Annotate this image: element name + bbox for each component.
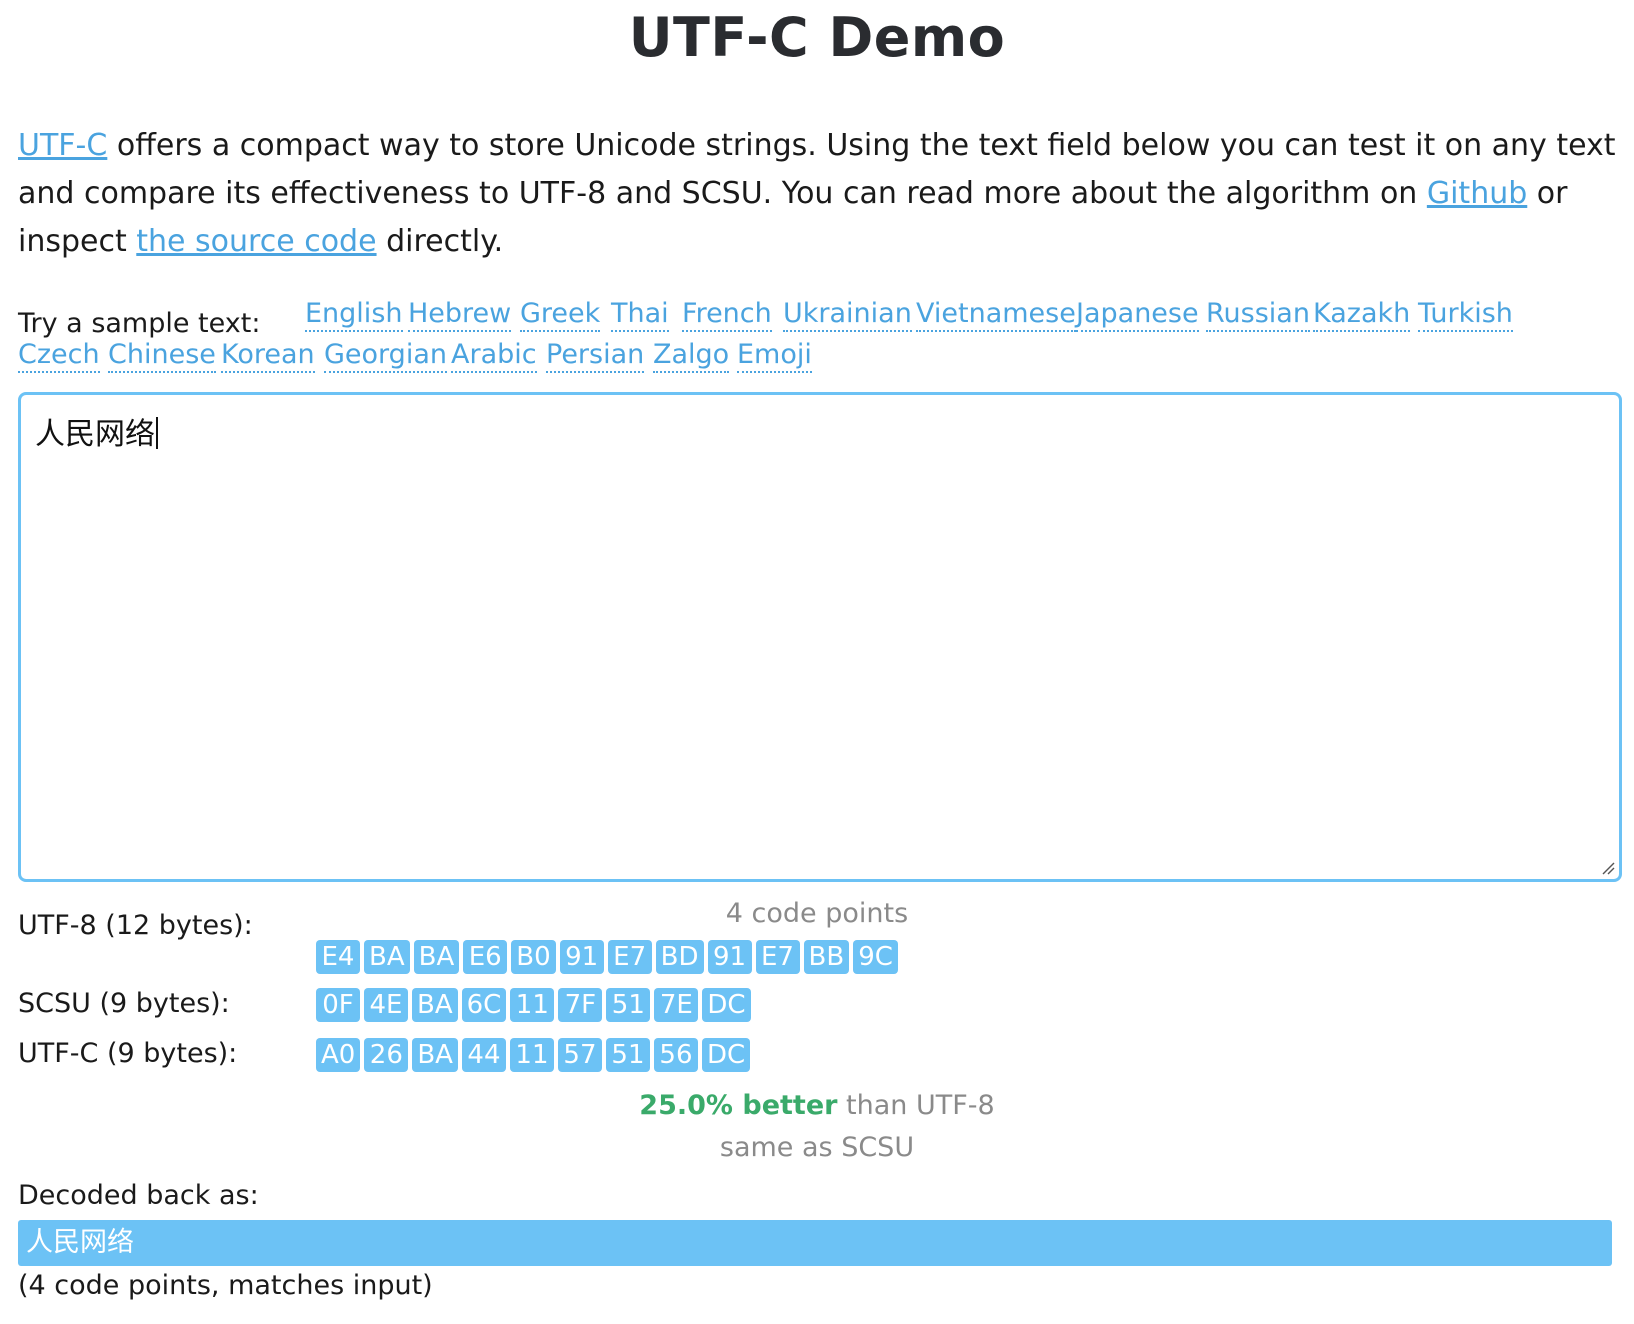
- intro-text-1: offers a compact way to store Unicode st…: [18, 128, 1616, 211]
- utfc-byte: 57: [557, 1038, 602, 1072]
- sample-hebrew[interactable]: Hebrew: [408, 298, 512, 332]
- input-text-value: 人民网络: [35, 417, 155, 452]
- scsu-byte: 51: [606, 988, 651, 1022]
- utf8-byte: E7: [755, 940, 800, 974]
- resize-handle-icon[interactable]: [1601, 861, 1615, 875]
- intro-text-3: directly.: [376, 224, 504, 259]
- utf8-byte: B0: [511, 940, 556, 974]
- utf8-byte: BA: [364, 940, 410, 974]
- scsu-label: SCSU (9 bytes):: [18, 988, 230, 1019]
- utfc-label: UTF-C (9 bytes):: [18, 1038, 238, 1069]
- source-code-link[interactable]: the source code: [136, 224, 376, 259]
- scsu-byte: 7F: [558, 988, 603, 1022]
- utf8-byte: 91: [559, 940, 604, 974]
- utfc-byte: 44: [461, 1038, 506, 1072]
- decoded-output: 人民网络: [18, 1220, 1612, 1266]
- utf8-byte: 91: [707, 940, 752, 974]
- scsu-byte: 11: [510, 988, 555, 1022]
- sample-russian[interactable]: Russian: [1206, 298, 1310, 332]
- sample-french[interactable]: French: [682, 298, 772, 332]
- page: UTF-C Demo UTF-C offers a compact way to…: [0, 0, 1634, 1324]
- utfc-link[interactable]: UTF-C: [18, 128, 107, 163]
- utf8-byte: BB: [803, 940, 850, 974]
- input-textarea[interactable]: 人民网络: [18, 392, 1622, 882]
- sample-arabic[interactable]: Arabic: [451, 339, 537, 373]
- utfc-byte: A0: [316, 1038, 361, 1072]
- utf8-byte: BA: [413, 940, 460, 974]
- github-link[interactable]: Github: [1427, 176, 1527, 211]
- utfc-byte: 11: [509, 1038, 554, 1072]
- scsu-bytes: 0F 4E BA 6C 11 7F 51 7E DC: [316, 988, 751, 1022]
- comparison-utf8: 25.0% better than UTF-8: [0, 1090, 1634, 1121]
- sample-english[interactable]: English: [305, 298, 403, 332]
- utfc-byte: DC: [701, 1038, 751, 1072]
- utf8-byte: E6: [463, 940, 508, 974]
- sample-korean[interactable]: Korean: [221, 339, 315, 373]
- utf8-label: UTF-8 (12 bytes):: [18, 910, 253, 941]
- comparison-scsu: same as SCSU: [719, 1132, 915, 1163]
- sample-turkish[interactable]: Turkish: [1418, 298, 1513, 332]
- scsu-byte: 7E: [654, 988, 699, 1022]
- sample-chinese[interactable]: Chinese: [108, 339, 216, 373]
- sample-vietnamese[interactable]: Vietnamese: [916, 298, 1076, 332]
- utf8-byte: BD: [655, 940, 704, 974]
- decoded-label: Decoded back as:: [18, 1180, 259, 1211]
- decoded-note: (4 code points, matches input): [18, 1270, 433, 1301]
- scsu-byte: DC: [702, 988, 751, 1022]
- sample-ukrainian[interactable]: Ukrainian: [783, 298, 912, 332]
- sample-thai[interactable]: Thai: [611, 298, 669, 332]
- sample-greek[interactable]: Greek: [520, 298, 601, 332]
- better-percentage: 25.0% better: [639, 1090, 838, 1121]
- sample-kazakh[interactable]: Kazakh: [1313, 298, 1411, 332]
- sample-persian[interactable]: Persian: [546, 339, 645, 373]
- utfc-byte: 51: [605, 1038, 650, 1072]
- sample-zalgo[interactable]: Zalgo: [653, 339, 730, 373]
- utf8-bytes: E4 BA BA E6 B0 91 E7 BD 91 E7 BB 9C: [316, 940, 898, 974]
- scsu-byte: 6C: [461, 988, 507, 1022]
- utf8-byte: E7: [607, 940, 652, 974]
- scsu-byte: 4E: [364, 988, 408, 1022]
- text-caret: [156, 417, 158, 449]
- utf8-byte: 9C: [853, 940, 898, 974]
- utf8-byte: E4: [316, 940, 360, 974]
- sample-emoji[interactable]: Emoji: [737, 339, 812, 373]
- scsu-byte: BA: [412, 988, 458, 1022]
- scsu-byte: 0F: [316, 988, 360, 1022]
- page-title: UTF-C Demo: [628, 6, 1006, 69]
- sample-georgian[interactable]: Georgian: [324, 339, 447, 373]
- utfc-bytes: A0 26 BA 44 11 57 51 56 DC: [316, 1038, 751, 1072]
- sample-text-label: Try a sample text:: [18, 308, 261, 339]
- utfc-byte: 26: [364, 1038, 409, 1072]
- intro-paragraph: UTF-C offers a compact way to store Unic…: [18, 122, 1618, 266]
- than-utf8-text: than UTF-8: [837, 1090, 995, 1121]
- utfc-byte: BA: [412, 1038, 458, 1072]
- utfc-byte: 56: [653, 1038, 698, 1072]
- input-text[interactable]: 人民网络: [35, 409, 158, 453]
- sample-japanese[interactable]: Japanese: [1076, 298, 1199, 332]
- sample-czech[interactable]: Czech: [18, 339, 100, 373]
